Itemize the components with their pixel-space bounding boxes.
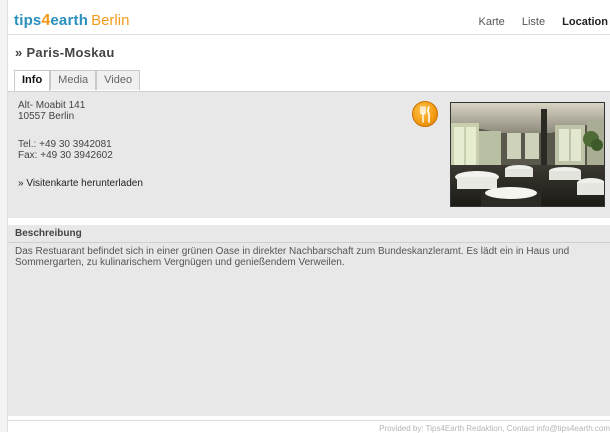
page-title: » Paris-Moskau	[15, 45, 115, 60]
download-vcard-link[interactable]: » Visitenkarte herunterladen	[18, 178, 143, 189]
logo-prefix: tips	[14, 12, 42, 29]
logo-suffix: earth	[50, 12, 89, 29]
description-heading: Beschreibung	[15, 228, 82, 239]
section-divider	[8, 242, 610, 243]
address-city: 10557 Berlin	[18, 111, 75, 122]
top-nav: Karte Liste Location	[464, 16, 608, 28]
nav-item-location[interactable]: Location	[562, 16, 608, 28]
restaurant-interior-photo[interactable]	[450, 102, 605, 207]
tab-media[interactable]: Media	[50, 70, 97, 90]
address-street: Alt- Moabit 141	[18, 100, 86, 111]
tab-video[interactable]: Video	[96, 70, 141, 90]
fax-number: Fax: +49 30 3942602	[18, 150, 113, 161]
footer: Provided by: Tips4Earth Redaktion, Conta…	[8, 420, 610, 433]
photo-illustration	[451, 103, 604, 206]
description-text: Das Restuarant befindet sich in einer gr…	[15, 246, 570, 268]
window-left-edge	[0, 0, 8, 432]
nav-item-liste[interactable]: Liste	[522, 16, 545, 28]
logo-city: Berlin	[91, 12, 130, 29]
restaurant-category-badge	[412, 101, 438, 127]
app-container: tips4earth Berlin Karte Liste Location » …	[8, 0, 610, 433]
fork-knife-icon	[420, 106, 430, 123]
contact-block: Tel.: +49 30 3942081 Fax: +49 30 3942602	[18, 139, 113, 161]
phone-number: Tel.: +49 30 3942081	[18, 139, 112, 150]
top-header: tips4earth Berlin Karte Liste Location	[8, 8, 610, 35]
nav-item-karte[interactable]: Karte	[478, 16, 504, 28]
brand-logo[interactable]: tips4earth Berlin	[14, 12, 129, 30]
description-section: Beschreibung Das Restuarant befindet sic…	[8, 225, 610, 416]
tab-bar: Info Media Video	[14, 70, 141, 91]
info-panel: Alt- Moabit 141 10557 Berlin Tel.: +49 3…	[8, 91, 610, 218]
address-block: Alt- Moabit 141 10557 Berlin	[18, 100, 85, 122]
tab-info[interactable]: Info	[14, 70, 51, 91]
